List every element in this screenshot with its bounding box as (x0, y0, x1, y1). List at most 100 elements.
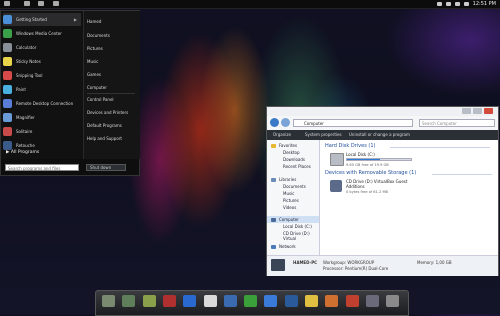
place-pictures[interactable]: Pictures (87, 46, 103, 51)
gift-icon[interactable] (345, 295, 359, 307)
trash-icon[interactable] (386, 295, 400, 307)
media-center-icon (3, 29, 12, 38)
retouche-icon (3, 141, 12, 150)
start-places-pane: Hamed Documents Pictures Music Games Com… (83, 11, 140, 159)
solitaire-icon (3, 127, 12, 136)
globe-icon[interactable] (183, 295, 197, 307)
place-control-panel[interactable]: Control Panel (87, 97, 114, 102)
cd-drive-icon[interactable] (330, 180, 342, 192)
all-programs-button[interactable]: ▶ All Programs (6, 150, 39, 155)
snipping-tool-icon (3, 71, 12, 80)
place-music[interactable]: Music (87, 59, 98, 64)
shutdown-button[interactable]: Shut down (86, 164, 126, 171)
start-search-input[interactable]: Search programs and files (5, 164, 79, 171)
monitor-icon[interactable] (365, 295, 379, 307)
maximize-button[interactable] (473, 108, 482, 114)
program-getting-started[interactable]: Getting Started ▶ (3, 13, 81, 26)
hard-disk-icon[interactable] (330, 153, 344, 166)
network-icon[interactable] (223, 295, 237, 307)
nav-downloads[interactable]: Downloads (283, 157, 305, 162)
top-panel: 12:51 PM (0, 0, 500, 9)
window-titlebar[interactable] (267, 107, 498, 116)
address-bar[interactable]: Computer (293, 119, 413, 127)
disk-usage-fill (347, 159, 381, 160)
group-removable-storage[interactable]: Devices with Removable Storage (1) (325, 170, 416, 176)
music-icon[interactable] (53, 1, 59, 6)
place-documents[interactable]: Documents (87, 33, 110, 38)
start-menu: Getting Started ▶ Windows Media Center Ca… (0, 10, 140, 176)
search-input[interactable]: Search Computer (419, 119, 495, 127)
nav-videos[interactable]: Videos (283, 205, 296, 210)
program-snipping-tool[interactable]: Snipping Tool (3, 69, 81, 82)
wifi-icon[interactable] (463, 2, 469, 6)
getting-started-icon (3, 15, 12, 24)
system-tray: 12:51 PM (436, 0, 496, 8)
notes-icon[interactable] (305, 295, 318, 307)
place-computer[interactable]: Computer (87, 85, 107, 90)
volume-icon[interactable] (445, 2, 451, 6)
nav-desktop[interactable]: Desktop (283, 150, 300, 155)
nav-local-disk[interactable]: Local Disk (C:) (283, 224, 312, 229)
game-icon[interactable] (162, 295, 176, 307)
chrome-icon[interactable] (264, 295, 278, 307)
battery-icon[interactable] (454, 2, 460, 6)
details-pane: HAMED-PC Workgroup: WORKGROUP Processor:… (267, 255, 498, 276)
media-player-icon[interactable] (244, 295, 258, 307)
place-help-support[interactable]: Help and Support (87, 136, 122, 141)
memory-label: Memory: 1,00 GB (417, 260, 452, 265)
remote-desktop-icon (3, 99, 12, 108)
sticky-notes-icon (3, 57, 12, 66)
folder-icon[interactable] (102, 295, 115, 307)
program-paint[interactable]: Paint (3, 83, 81, 96)
close-button[interactable] (484, 108, 493, 114)
program-solitaire[interactable]: Solitaire (3, 125, 81, 138)
workgroup-label: Workgroup: WORKGROUP (323, 260, 375, 265)
music-icon[interactable] (142, 295, 156, 307)
camera-icon[interactable] (203, 295, 217, 307)
local-disk-free: 9.65 GB free of 19.9 GB (346, 163, 389, 167)
group-hard-disk-drives[interactable]: Hard Disk Drives (1) (325, 143, 376, 149)
network-icon[interactable] (436, 2, 442, 6)
organize-button[interactable]: Organize (273, 132, 291, 137)
program-magnifier[interactable]: Magnifier (3, 111, 81, 124)
nav-music[interactable]: Music (283, 191, 294, 196)
menu-icon[interactable] (4, 1, 10, 6)
clock[interactable]: 12:51 PM (473, 1, 496, 7)
minimize-button[interactable] (462, 108, 471, 114)
local-disk-name[interactable]: Local Disk (C:) (346, 152, 375, 157)
submenu-arrow-icon: ▶ (73, 17, 77, 22)
nav-documents[interactable]: Documents (283, 184, 306, 189)
nav-favorites[interactable]: Favorites (279, 143, 297, 148)
nav-libraries[interactable]: Libraries (279, 177, 296, 182)
paint-icon (3, 85, 12, 94)
place-user[interactable]: Hamed (87, 19, 101, 24)
system-properties-button[interactable]: System properties (305, 132, 342, 137)
program-remote-desktop[interactable]: Remote Desktop Connection (3, 97, 81, 110)
start-programs-pane: Getting Started ▶ Windows Media Center Ca… (1, 11, 83, 159)
folder-icon[interactable] (38, 1, 44, 6)
content-pane: Hard Disk Drives (1) Local Disk (C:) 9.6… (320, 140, 498, 255)
pictures-icon[interactable] (122, 295, 136, 307)
back-button[interactable] (270, 118, 279, 127)
nav-pictures[interactable]: Pictures (283, 198, 299, 203)
network-icon (271, 245, 276, 249)
nav-recent-places[interactable]: Recent Places (283, 164, 311, 169)
computer-icon (271, 218, 276, 222)
program-media-center[interactable]: Windows Media Center (3, 27, 81, 40)
place-default-programs[interactable]: Default Programs (87, 123, 122, 128)
place-games[interactable]: Games (87, 72, 101, 77)
place-devices-printers[interactable]: Devices and Printers (87, 110, 128, 115)
explorer-window: Computer Search Computer Organize System… (266, 106, 499, 276)
nav-network[interactable]: Network (279, 244, 296, 249)
uninstall-program-button[interactable]: Uninstall or change a program (349, 132, 410, 137)
folder-icon[interactable] (24, 1, 30, 6)
globe2-icon[interactable] (284, 295, 298, 307)
pencil-icon[interactable] (325, 295, 339, 307)
program-sticky-notes[interactable]: Sticky Notes (3, 55, 81, 68)
separator (87, 93, 135, 94)
magnifier-icon (3, 113, 12, 122)
program-calculator[interactable]: Calculator (3, 41, 81, 54)
nav-computer[interactable]: Computer (279, 217, 299, 222)
nav-cd-drive[interactable]: CD Drive (D:) Virtual (283, 231, 319, 241)
forward-button[interactable] (281, 118, 290, 127)
